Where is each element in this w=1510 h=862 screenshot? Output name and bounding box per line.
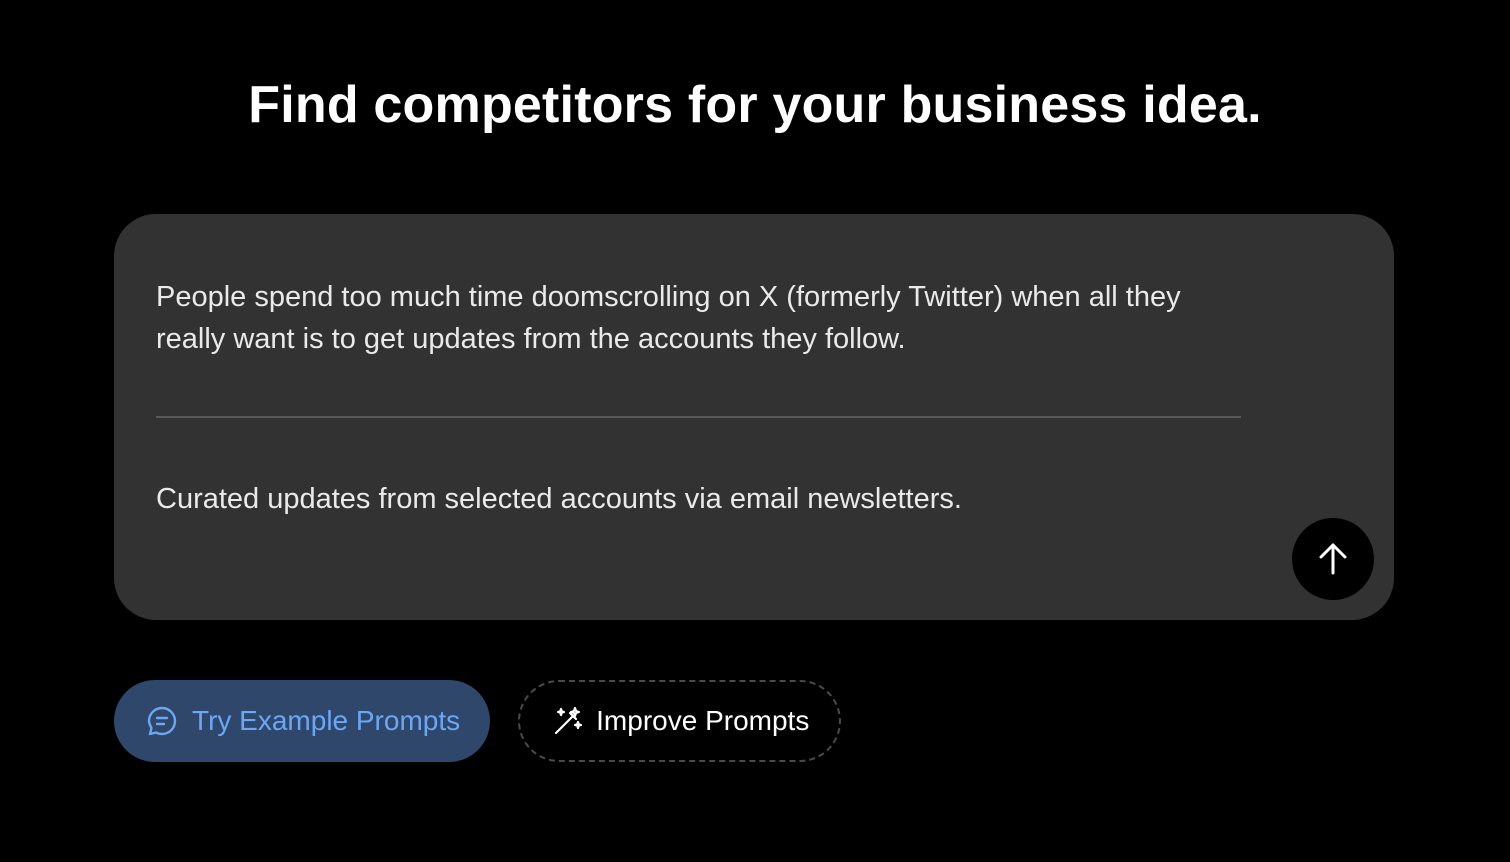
arrow-up-icon <box>1316 542 1350 576</box>
improve-prompts-label: Improve Prompts <box>596 705 810 736</box>
divider <box>156 416 1241 418</box>
problem-input[interactable]: People spend too much time doomscrolling… <box>156 276 1241 366</box>
idea-input-card: People spend too much time doomscrolling… <box>114 214 1394 620</box>
try-example-prompts-label: Try Example Prompts <box>192 705 461 736</box>
prompt-actions: Try Example Prompts Improve Prompts <box>114 680 842 762</box>
magic-wand-icon <box>552 705 584 737</box>
page-title: Find competitors for your business idea. <box>248 76 1262 134</box>
submit-button[interactable] <box>1292 518 1374 600</box>
improve-prompts-button[interactable]: Improve Prompts <box>518 680 842 762</box>
solution-input[interactable]: Curated updates from selected accounts v… <box>156 478 1241 522</box>
chat-bubble-icon <box>146 705 178 737</box>
page: Find competitors for your business idea.… <box>0 0 1510 862</box>
try-example-prompts-button[interactable]: Try Example Prompts <box>114 680 491 762</box>
